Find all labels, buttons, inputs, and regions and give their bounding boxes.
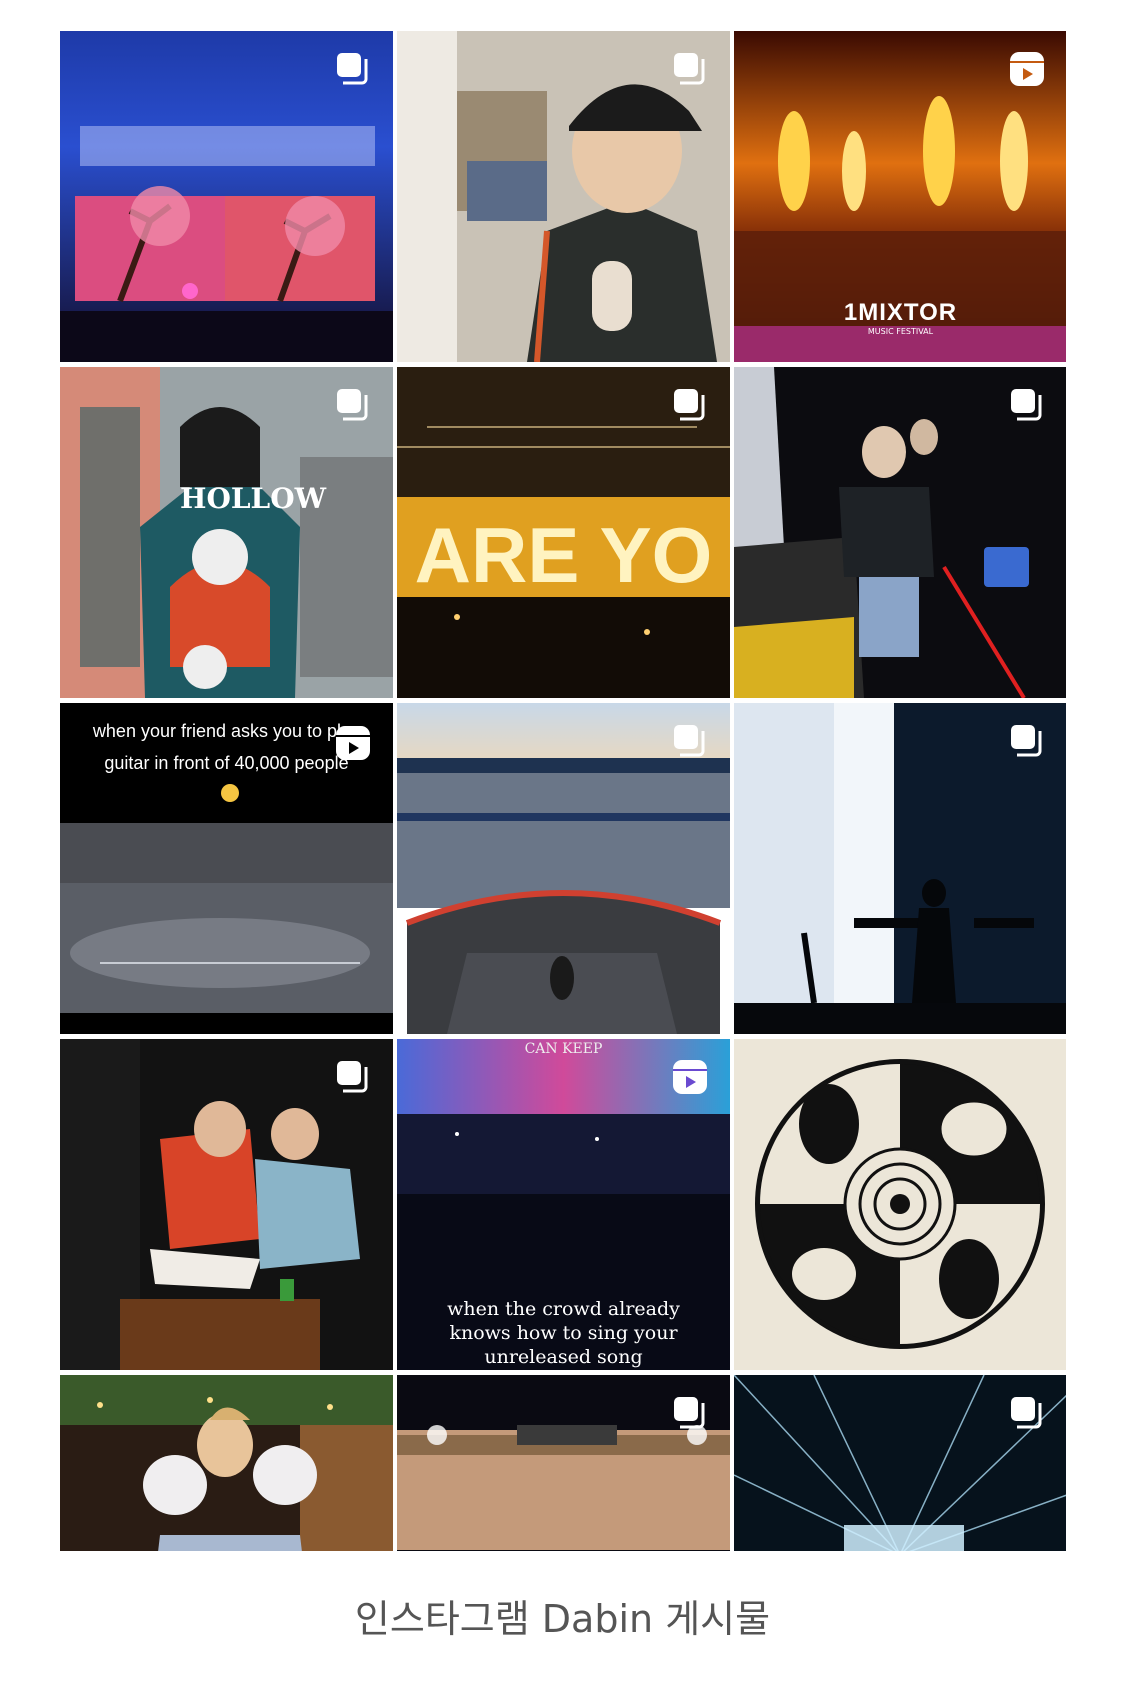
plushies-photo-image xyxy=(60,1375,393,1551)
carousel-icon xyxy=(1011,725,1042,757)
jersey-text: HOLLOW xyxy=(180,482,327,515)
carousel-icon xyxy=(1011,1397,1042,1429)
post-tile[interactable]: when your friend asks you to play guitar… xyxy=(60,703,393,1034)
screen-text: ARE YO xyxy=(414,511,713,599)
carousel-icon xyxy=(337,1061,368,1093)
video-caption-text: when the crowd already knows how to sing… xyxy=(447,1298,680,1368)
carousel-icon xyxy=(674,1397,705,1429)
carousel-icon xyxy=(337,53,368,85)
reels-icon xyxy=(1010,52,1044,86)
festival-logo-subtext: MUSIC FESTIVAL xyxy=(867,327,934,336)
carousel-icon xyxy=(337,389,368,421)
post-tile[interactable] xyxy=(397,31,730,362)
post-tile[interactable] xyxy=(60,1375,393,1551)
post-tile[interactable] xyxy=(734,367,1066,698)
post-tile[interactable]: ARE YO xyxy=(397,367,730,698)
carousel-icon xyxy=(674,389,705,421)
image-caption: 인스타그램 Dabin 게시물 xyxy=(354,1597,771,1641)
carousel-icon xyxy=(674,53,705,85)
post-tile[interactable] xyxy=(397,703,730,1034)
post-tile[interactable] xyxy=(60,1039,393,1370)
carousel-icon xyxy=(1011,389,1042,421)
post-grid: 1MIXTOR MUSIC FESTIVAL HOLLOW ARE YO whe… xyxy=(60,31,1066,1551)
post-tile[interactable] xyxy=(734,1375,1066,1551)
reels-icon xyxy=(673,1060,707,1094)
carousel-icon xyxy=(674,725,705,757)
post-tile[interactable]: 1MIXTOR MUSIC FESTIVAL xyxy=(734,31,1066,362)
festival-logo-text: 1MIXTOR xyxy=(843,299,958,326)
post-tile[interactable] xyxy=(60,31,393,362)
post-tile[interactable]: CAN KEEP when the crowd already knows ho… xyxy=(397,1039,730,1370)
post-tile[interactable] xyxy=(734,1039,1066,1370)
reels-icon xyxy=(336,726,370,760)
post-tile[interactable] xyxy=(397,1375,730,1551)
post-tile[interactable] xyxy=(734,703,1066,1034)
post-tile[interactable]: HOLLOW xyxy=(60,367,393,698)
screen-top-text: CAN KEEP xyxy=(524,1041,603,1057)
hands-vinyl-artwork-image xyxy=(734,1039,1066,1370)
